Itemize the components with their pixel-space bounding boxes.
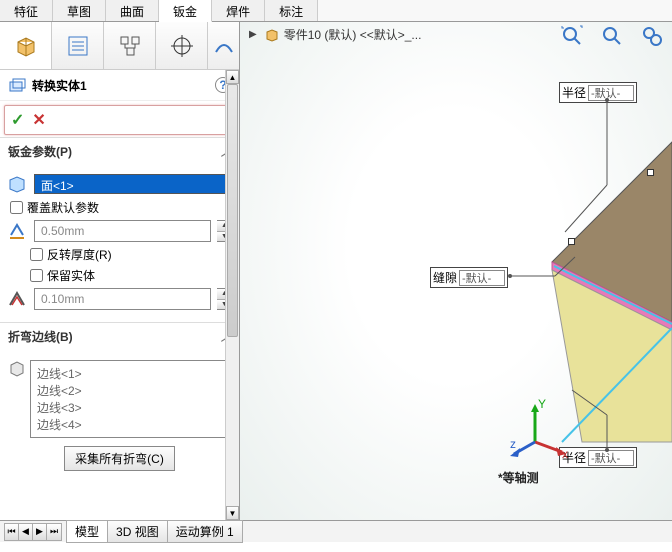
tab-nav-buttons: ⏮ ◀ ▶ ⏭ — [4, 523, 62, 541]
face-selection[interactable]: 面<1> — [34, 174, 233, 194]
bend-edges-section: 折弯边线(B) ︿ 边线<1> 边线<2> 边线<3> 边线<4> 采集所有折弯… — [0, 322, 239, 483]
scroll-down[interactable]: ▼ — [226, 506, 239, 520]
ribbon-tab-features[interactable]: 特征 — [0, 0, 53, 21]
ribbon-tab-sketch[interactable]: 草图 — [53, 0, 106, 21]
breadcrumb[interactable]: ▶ 零件10 (默认) <<默认>_... — [246, 26, 421, 43]
svg-text:Y: Y — [538, 397, 546, 411]
svg-text:x: x — [562, 447, 568, 461]
zoom-fit-icon[interactable] — [558, 24, 586, 48]
bottom-tab-bar: ⏮ ◀ ▶ ⏭ 模型 3D 视图 运动算例 1 — [0, 520, 672, 542]
reverse-thickness-input[interactable] — [30, 248, 43, 261]
cube-icon — [12, 32, 40, 60]
list-item[interactable]: 边线<4> — [37, 416, 226, 433]
ribbon-tab-annotation[interactable]: 标注 — [265, 0, 318, 21]
ribbon-tabs: 特征 草图 曲面 钣金 焊件 标注 — [0, 0, 672, 22]
override-default-checkbox[interactable]: 覆盖默认参数 — [10, 199, 233, 216]
panel-tab-target[interactable] — [156, 22, 208, 69]
keep-body-input[interactable] — [30, 269, 43, 282]
tab-nav-next[interactable]: ▶ — [33, 524, 47, 540]
panel-tab-row — [0, 22, 239, 70]
callout-input[interactable] — [588, 450, 634, 466]
ribbon-tab-sheetmetal[interactable]: 钣金 — [159, 0, 212, 22]
selection-handle[interactable] — [647, 169, 654, 176]
view-toolbar — [558, 24, 666, 48]
part-icon — [264, 27, 280, 43]
callout-label: 缝隙 — [433, 269, 457, 286]
ok-button[interactable]: ✓ — [11, 110, 24, 130]
kfactor-icon — [7, 289, 27, 309]
bottom-tab-model[interactable]: 模型 — [66, 520, 108, 543]
sheet-params-header[interactable]: 钣金参数(P) ︿ — [0, 138, 239, 165]
panel-vertical-scrollbar[interactable]: ▲ ▼ — [225, 70, 239, 520]
callout-label: 半径 — [562, 84, 586, 101]
edge-collection-icon — [7, 359, 27, 379]
ribbon-tab-weldment[interactable]: 焊件 — [212, 0, 265, 21]
sheet-params-section: 钣金参数(P) ︿ 面<1> 覆盖默认参数 ▲▼ — [0, 137, 239, 322]
scroll-thumb[interactable] — [227, 84, 238, 337]
bend-edges-header[interactable]: 折弯边线(B) ︿ — [0, 323, 239, 350]
callout-gap[interactable]: 缝隙 — [430, 267, 508, 288]
view-orientation-label: *等轴测 — [498, 469, 539, 486]
callout-input[interactable] — [459, 270, 505, 286]
target-icon — [170, 34, 194, 58]
reverse-thickness-label: 反转厚度(R) — [47, 246, 112, 263]
selection-handle[interactable] — [568, 238, 575, 245]
face-icon — [7, 174, 27, 194]
tab-nav-prev[interactable]: ◀ — [19, 524, 33, 540]
svg-text:z: z — [510, 437, 516, 451]
ok-cancel-bar: ✓ ✕ — [4, 105, 235, 135]
bend-edges-list[interactable]: 边线<1> 边线<2> 边线<3> 边线<4> — [30, 360, 233, 438]
coordinate-triad[interactable]: Y x z — [510, 400, 570, 460]
scroll-up[interactable]: ▲ — [226, 70, 239, 84]
bottom-tab-3dview[interactable]: 3D 视图 — [107, 520, 168, 543]
callout-radius-bottom[interactable]: 半径 — [559, 447, 637, 468]
keep-body-checkbox[interactable]: 保留实体 — [30, 267, 233, 284]
graphics-viewport[interactable]: ▶ 零件10 (默认) <<默认>_... 半径 缝隙 — [240, 22, 672, 520]
cancel-button[interactable]: ✕ — [32, 110, 45, 130]
list-item[interactable]: 边线<3> — [37, 399, 226, 416]
section-title: 钣金参数(P) — [8, 143, 72, 160]
bottom-tab-motion[interactable]: 运动算例 1 — [167, 520, 243, 543]
leader-line — [510, 252, 580, 282]
arc-icon — [214, 36, 234, 56]
leader-line — [557, 100, 627, 235]
panel-tab-more[interactable] — [208, 22, 239, 69]
tree-icon — [118, 34, 142, 58]
ribbon-tab-surface[interactable]: 曲面 — [106, 0, 159, 21]
panel-tab-feature[interactable] — [0, 22, 52, 69]
override-default-input[interactable] — [10, 201, 23, 214]
zoom-area-icon[interactable] — [598, 24, 626, 48]
collect-bends-button[interactable]: 采集所有折弯(C) — [64, 446, 175, 471]
override-default-label: 覆盖默认参数 — [27, 199, 99, 216]
breadcrumb-back[interactable]: ▶ — [246, 28, 260, 41]
panel-tab-tree[interactable] — [104, 22, 156, 69]
form-icon — [66, 34, 90, 58]
scroll-track[interactable] — [226, 84, 239, 506]
convert-body-icon — [8, 76, 26, 94]
panel-tab-form[interactable] — [52, 22, 104, 69]
kfactor-input[interactable] — [34, 288, 211, 310]
tab-nav-last[interactable]: ⏭ — [47, 524, 61, 540]
feature-header: 转换实体1 ? — [0, 70, 239, 101]
tab-nav-first[interactable]: ⏮ — [5, 524, 19, 540]
list-item[interactable]: 边线<2> — [37, 382, 226, 399]
callout-input[interactable] — [588, 85, 634, 101]
thickness-icon — [7, 221, 27, 241]
list-item[interactable]: 边线<1> — [37, 365, 226, 382]
breadcrumb-text: 零件10 (默认) <<默认>_... — [284, 26, 422, 43]
section-title: 折弯边线(B) — [8, 328, 73, 345]
prev-view-icon[interactable] — [638, 24, 666, 48]
feature-title: 转换实体1 — [32, 77, 87, 94]
thickness-input[interactable] — [34, 220, 211, 242]
keep-body-label: 保留实体 — [47, 267, 95, 284]
reverse-thickness-checkbox[interactable]: 反转厚度(R) — [30, 246, 233, 263]
property-panel: 转换实体1 ? ✓ ✕ 钣金参数(P) ︿ 面<1> 覆盖默认参数 — [0, 22, 240, 520]
